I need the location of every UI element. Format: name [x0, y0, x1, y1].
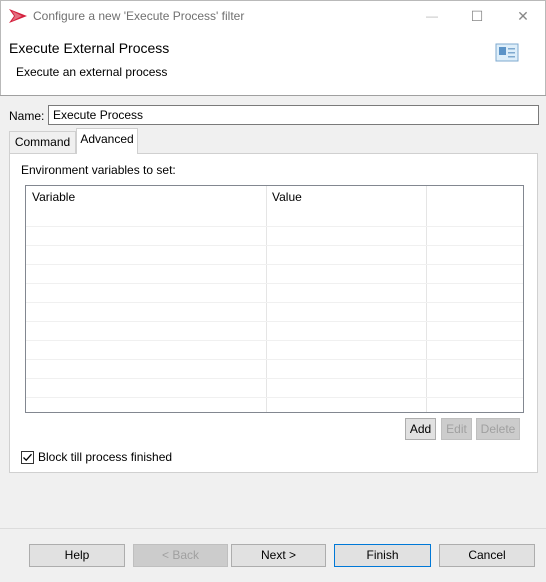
checkmark-icon	[23, 453, 32, 462]
add-button[interactable]: Add	[405, 418, 436, 440]
table-row[interactable]	[26, 245, 523, 264]
table-row[interactable]	[26, 397, 523, 412]
column-header-variable[interactable]: Variable	[32, 190, 75, 204]
window-title: Configure a new 'Execute Process' filter	[33, 9, 245, 23]
title-bar: Configure a new 'Execute Process' filter…	[0, 0, 546, 31]
table-row[interactable]	[26, 302, 523, 321]
env-variables-table[interactable]: Variable Value	[25, 185, 524, 413]
cancel-button[interactable]: Cancel	[439, 544, 535, 567]
edit-button[interactable]: Edit	[441, 418, 472, 440]
env-variables-label: Environment variables to set:	[21, 163, 176, 177]
back-button[interactable]: < Back	[133, 544, 228, 567]
wizard-header: Execute External Process Execute an exte…	[0, 31, 546, 95]
red-arrow-logo-icon	[9, 9, 27, 23]
table-row[interactable]	[26, 226, 523, 245]
tab-command[interactable]: Command	[9, 131, 76, 153]
next-button[interactable]: Next >	[231, 544, 326, 567]
dialog-banner-icon	[495, 41, 521, 63]
block-till-finished-label[interactable]: Block till process finished	[38, 450, 172, 464]
name-label: Name:	[9, 109, 45, 123]
finish-button[interactable]: Finish	[334, 544, 431, 567]
table-row[interactable]	[26, 321, 523, 340]
table-row[interactable]	[26, 283, 523, 302]
table-row[interactable]	[26, 378, 523, 397]
table-row[interactable]	[26, 264, 523, 283]
close-button[interactable]: ✕	[500, 1, 546, 32]
help-button[interactable]: Help	[29, 544, 125, 567]
page-subtitle: Execute an external process	[16, 65, 168, 79]
table-row[interactable]	[26, 359, 523, 378]
column-header-value[interactable]: Value	[272, 190, 302, 204]
block-till-finished-checkbox[interactable]	[21, 451, 34, 464]
page-title: Execute External Process	[9, 40, 170, 56]
table-header: Variable Value	[26, 186, 523, 210]
maximize-button[interactable]: ☐	[454, 1, 500, 32]
table-row[interactable]	[26, 340, 523, 359]
advanced-tab-panel: Environment variables to set: Variable V…	[9, 153, 538, 473]
tab-advanced[interactable]: Advanced	[76, 128, 138, 154]
footer-separator	[0, 528, 546, 529]
delete-button[interactable]: Delete	[476, 418, 520, 440]
header-separator	[0, 95, 546, 96]
name-input[interactable]: Execute Process	[48, 105, 539, 125]
minimize-button[interactable]: —	[409, 1, 455, 32]
